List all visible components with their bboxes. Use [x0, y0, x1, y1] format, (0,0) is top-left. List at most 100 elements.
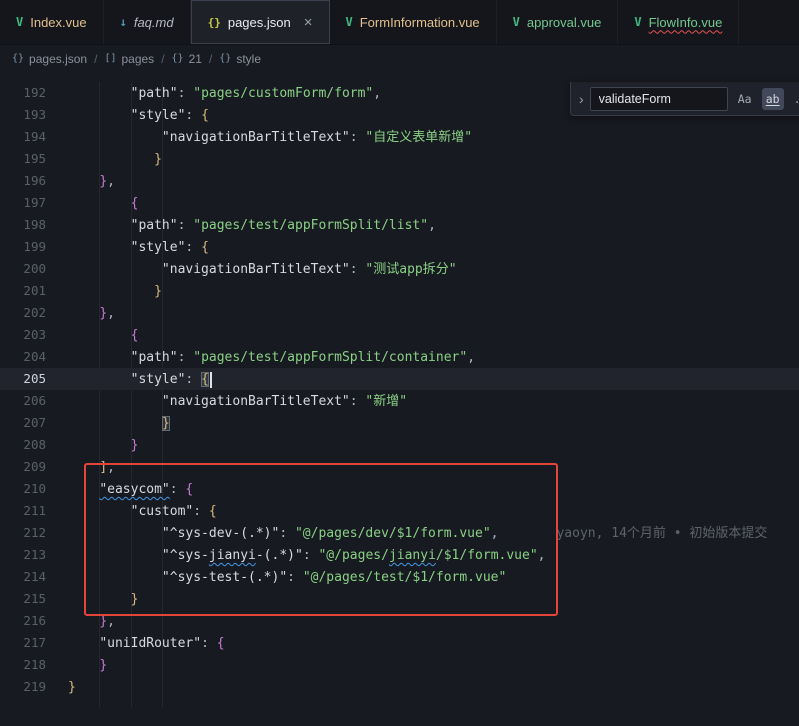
- code-line-210[interactable]: 210 "easycom": {: [0, 478, 799, 500]
- line-number[interactable]: 198: [0, 214, 46, 236]
- line-number[interactable]: 203: [0, 324, 46, 346]
- code-line-218[interactable]: 218 }: [0, 654, 799, 676]
- tab-forminformation-vue[interactable]: V FormInformation.vue: [330, 0, 497, 44]
- line-number[interactable]: 199: [0, 236, 46, 258]
- line-number[interactable]: 207: [0, 412, 46, 434]
- line-number[interactable]: 201: [0, 280, 46, 302]
- token: -(.*)": [256, 548, 303, 563]
- line-number[interactable]: 192: [0, 82, 46, 104]
- code-text: "style": {: [46, 372, 212, 387]
- token: "style": [131, 240, 186, 255]
- tab-faq-md[interactable]: ↓ faq.md: [104, 0, 191, 44]
- whole-word-button[interactable]: ab: [762, 88, 784, 110]
- regex-button[interactable]: .*: [790, 88, 799, 110]
- token: }: [99, 174, 107, 189]
- code-line-200[interactable]: 200 "navigationBarTitleText": "测试app拆分": [0, 258, 799, 280]
- line-number[interactable]: 212: [0, 522, 46, 544]
- line-number[interactable]: 206: [0, 390, 46, 412]
- code-line-201[interactable]: 201 }: [0, 280, 799, 302]
- find-widget: › Aa ab .*: [570, 82, 799, 116]
- code-line-217[interactable]: 217 "uniIdRouter": {: [0, 632, 799, 654]
- code-line-197[interactable]: 197 {: [0, 192, 799, 214]
- code-line-215[interactable]: 215 }: [0, 588, 799, 610]
- code-line-213[interactable]: 213 "^sys-jianyi-(.*)": "@/pages/jianyi/…: [0, 544, 799, 566]
- code-line-199[interactable]: 199 "style": {: [0, 236, 799, 258]
- line-number[interactable]: 214: [0, 566, 46, 588]
- tab-flowinfo-vue[interactable]: V FlowInfo.vue: [618, 0, 739, 44]
- line-number[interactable]: 210: [0, 478, 46, 500]
- line-number[interactable]: 194: [0, 126, 46, 148]
- line-number[interactable]: 202: [0, 302, 46, 324]
- code-line-211[interactable]: 211 "custom": {: [0, 500, 799, 522]
- code-line-214[interactable]: 214 "^sys-test-(.*)": "@/pages/test/$1/f…: [0, 566, 799, 588]
- token: }: [131, 438, 139, 453]
- breadcrumb-item-pages-json[interactable]: {} pages.json: [12, 52, 87, 66]
- code-line-216[interactable]: 216 },: [0, 610, 799, 632]
- token: {: [201, 240, 209, 255]
- line-number[interactable]: 197: [0, 192, 46, 214]
- code-line-194[interactable]: 194 "navigationBarTitleText": "自定义表单新增": [0, 126, 799, 148]
- token: :: [303, 548, 319, 563]
- line-number[interactable]: 205: [0, 368, 46, 390]
- match-case-button[interactable]: Aa: [734, 88, 756, 110]
- code-line-196[interactable]: 196 },: [0, 170, 799, 192]
- token: "^sys-: [162, 548, 209, 563]
- object-icon: {}: [172, 53, 184, 64]
- token: :: [185, 108, 201, 123]
- token: "测试app拆分": [365, 262, 456, 277]
- code-line-219[interactable]: 219}: [0, 676, 799, 698]
- line-number[interactable]: 211: [0, 500, 46, 522]
- code-line-212[interactable]: 212 "^sys-dev-(.*)": "@/pages/dev/$1/for…: [0, 522, 799, 544]
- token: :: [279, 526, 295, 541]
- token: "navigationBarTitleText": [162, 262, 350, 277]
- code-line-208[interactable]: 208 }: [0, 434, 799, 456]
- toggle-replace-chevron-icon[interactable]: ›: [579, 91, 584, 107]
- token: "@/pages/dev/$1/form.vue": [295, 526, 491, 541]
- code-text: }: [46, 152, 162, 167]
- code-line-198[interactable]: 198 "path": "pages/test/appFormSplit/lis…: [0, 214, 799, 236]
- line-number[interactable]: 193: [0, 104, 46, 126]
- markdown-icon: ↓: [120, 15, 127, 29]
- close-icon[interactable]: ×: [304, 15, 313, 30]
- code-line-205[interactable]: 205 "style": {: [0, 368, 799, 390]
- tab-approval-vue[interactable]: V approval.vue: [497, 0, 619, 44]
- token: :: [178, 218, 194, 233]
- line-number[interactable]: 204: [0, 346, 46, 368]
- breadcrumb-item-21[interactable]: {} 21: [172, 52, 202, 66]
- code-line-195[interactable]: 195 }: [0, 148, 799, 170]
- tab-pages-json[interactable]: {} pages.json ×: [191, 0, 330, 44]
- token: :: [170, 482, 186, 497]
- code-line-206[interactable]: 206 "navigationBarTitleText": "新增": [0, 390, 799, 412]
- token: ,: [107, 306, 115, 321]
- line-number[interactable]: 213: [0, 544, 46, 566]
- code-text: "^sys-test-(.*)": "@/pages/test/$1/form.…: [46, 570, 506, 585]
- code-editor[interactable]: 192 "path": "pages/customForm/form",193 …: [0, 72, 799, 726]
- token: :: [350, 262, 366, 277]
- line-number[interactable]: 196: [0, 170, 46, 192]
- code-line-204[interactable]: 204 "path": "pages/test/appFormSplit/con…: [0, 346, 799, 368]
- line-number[interactable]: 217: [0, 632, 46, 654]
- breadcrumb-item-style[interactable]: {} style: [219, 52, 261, 66]
- code-line-207[interactable]: 207 }: [0, 412, 799, 434]
- code-line-203[interactable]: 203 {: [0, 324, 799, 346]
- token: "^sys-test-(.*)": [162, 570, 287, 585]
- line-number[interactable]: 209: [0, 456, 46, 478]
- token: jianyi: [389, 548, 436, 563]
- code-line-209[interactable]: 209 ],: [0, 456, 799, 478]
- find-input[interactable]: [590, 87, 728, 111]
- line-number[interactable]: 195: [0, 148, 46, 170]
- line-number[interactable]: 208: [0, 434, 46, 456]
- breadcrumb-label: pages.json: [29, 52, 87, 66]
- line-number[interactable]: 219: [0, 676, 46, 698]
- token: {: [217, 636, 225, 651]
- line-number[interactable]: 218: [0, 654, 46, 676]
- line-number[interactable]: 200: [0, 258, 46, 280]
- line-number[interactable]: 215: [0, 588, 46, 610]
- token: "navigationBarTitleText": [162, 130, 350, 145]
- tab-index-vue[interactable]: V Index.vue: [0, 0, 104, 44]
- line-number[interactable]: 216: [0, 610, 46, 632]
- breadcrumb-item-pages[interactable]: [] pages: [104, 52, 154, 66]
- token: "style": [131, 372, 186, 387]
- code-lines: 192 "path": "pages/customForm/form",193 …: [0, 72, 799, 698]
- code-line-202[interactable]: 202 },: [0, 302, 799, 324]
